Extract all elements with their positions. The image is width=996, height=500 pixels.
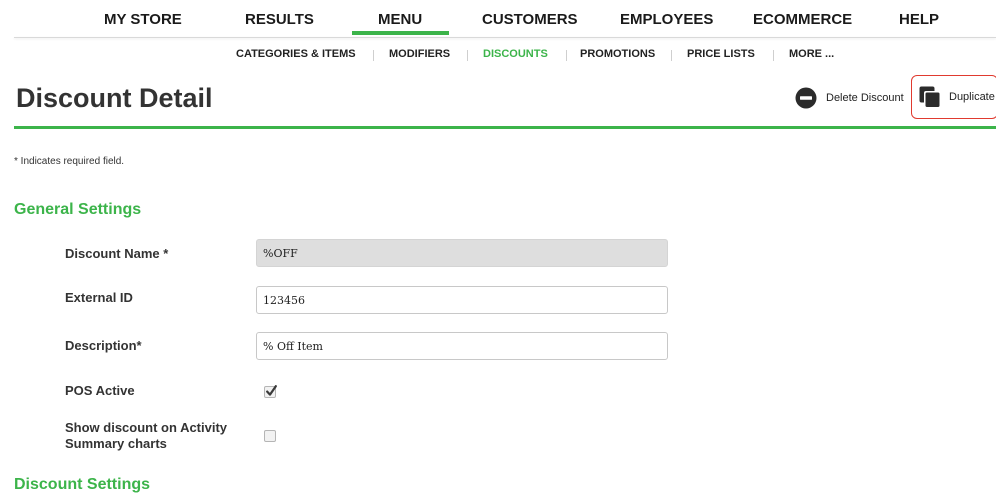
title-divider: [14, 126, 996, 129]
subnav-modifiers[interactable]: MODIFIERS: [389, 48, 450, 60]
duplicate-button[interactable]: Duplicate: [911, 75, 996, 119]
pos-active-checkbox[interactable]: [264, 385, 277, 398]
nav-active-indicator: [352, 31, 449, 35]
nav-results[interactable]: RESULTS: [245, 11, 314, 28]
subnav-separator: [671, 50, 672, 61]
nav-my-store[interactable]: MY STORE: [104, 11, 182, 28]
nav-customers[interactable]: CUSTOMERS: [482, 11, 578, 28]
pos-active-label: POS Active: [65, 383, 135, 398]
nav-ecommerce[interactable]: ECOMMERCE: [753, 11, 852, 28]
show-on-charts-label: Show discount on Activity Summary charts: [65, 420, 228, 451]
discount-name-field[interactable]: [256, 239, 668, 267]
description-field[interactable]: [256, 332, 668, 360]
show-on-charts-checkbox[interactable]: [264, 430, 276, 442]
nav-divider: [14, 37, 996, 38]
nav-employees[interactable]: EMPLOYEES: [620, 11, 713, 28]
subnav-promotions[interactable]: PROMOTIONS: [580, 48, 655, 60]
checkmark-icon: [266, 385, 277, 396]
delete-discount-label: Delete Discount: [826, 92, 904, 104]
delete-discount-button[interactable]: Delete Discount: [795, 87, 904, 109]
external-id-label: External ID: [65, 290, 133, 305]
description-label: Description*: [65, 338, 142, 353]
nav-help[interactable]: HELP: [899, 11, 939, 28]
nav-menu[interactable]: MENU: [378, 11, 422, 28]
subnav-separator: [773, 50, 774, 61]
discount-name-label: Discount Name *: [65, 246, 169, 261]
page-title: Discount Detail: [16, 83, 213, 113]
subnav-separator: [373, 50, 374, 61]
sub-nav: CATEGORIES & ITEMS MODIFIERS DISCOUNTS P…: [0, 44, 996, 66]
subnav-more[interactable]: MORE ...: [789, 48, 834, 60]
required-field-note: * Indicates required field.: [14, 156, 125, 167]
subnav-discounts[interactable]: DISCOUNTS: [483, 48, 548, 60]
subnav-separator: [467, 50, 468, 61]
subnav-price-lists[interactable]: PRICE LISTS: [687, 48, 755, 60]
discount-settings-heading: Discount Settings: [14, 476, 151, 493]
external-id-field[interactable]: [256, 286, 668, 314]
subnav-separator: [566, 50, 567, 61]
subnav-categories-items[interactable]: CATEGORIES & ITEMS: [236, 48, 356, 60]
copy-icon: [919, 86, 941, 108]
minus-circle-icon: [795, 87, 817, 109]
duplicate-label: Duplicate: [949, 91, 995, 103]
general-settings-heading: General Settings: [14, 201, 142, 218]
top-nav: MY STORE RESULTS MENU CUSTOMERS EMPLOYEE…: [0, 0, 996, 38]
